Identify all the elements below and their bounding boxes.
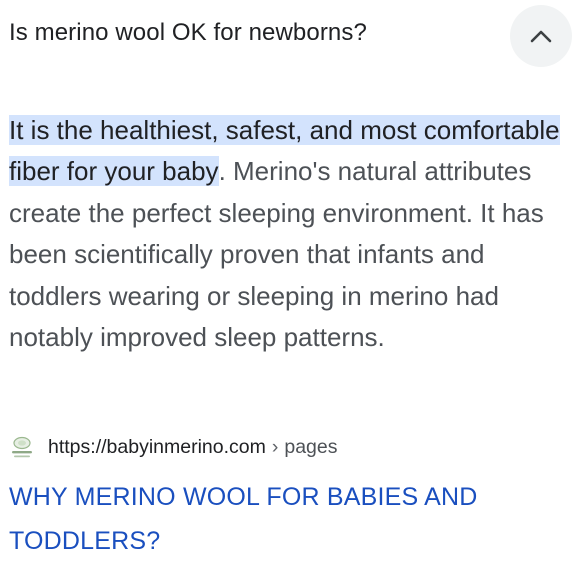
result-title-link[interactable]: WHY MERINO WOOL FOR BABIES AND TODDLERS? xyxy=(9,475,569,563)
answer-snippet: It is the healthiest, safest, and most c… xyxy=(9,110,569,358)
source-path: pages xyxy=(284,435,338,458)
question-title: Is merino wool OK for newborns? xyxy=(9,19,367,46)
question-header[interactable]: Is merino wool OK for newborns? xyxy=(0,0,580,72)
site-favicon-icon xyxy=(12,436,32,458)
source-url: https://babyinmerino.com xyxy=(48,435,266,458)
source-line[interactable]: https://babyinmerino.com › pages xyxy=(9,431,569,463)
collapse-button[interactable] xyxy=(510,5,572,67)
chevron-up-icon xyxy=(530,30,552,43)
breadcrumb-separator: › xyxy=(271,435,279,458)
